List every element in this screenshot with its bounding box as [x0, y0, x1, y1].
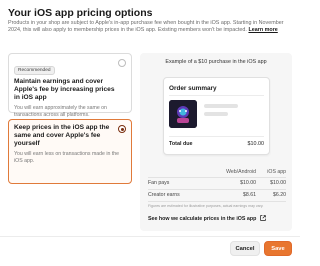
table-row: Creator earns $8.61 $6.20: [148, 190, 286, 202]
description-text: Products in your shop are subject to App…: [8, 20, 284, 34]
row-label: Fan pays: [148, 180, 170, 186]
order-summary-card: Order summary Total due $10.00: [163, 77, 270, 155]
row-label: Creator earns: [148, 192, 180, 198]
cancel-button[interactable]: Cancel: [230, 241, 260, 256]
price-comparison-table: Web/Android iOS app Fan pays $10.00 $10.…: [148, 167, 286, 208]
table-row: Fan pays $10.00 $10.00: [148, 178, 286, 190]
radio-keep-prices[interactable]: [118, 125, 126, 133]
row-web-value: $10.00: [240, 180, 256, 186]
total-value: $10.00: [247, 141, 265, 147]
row-web-value: $8.61: [243, 192, 256, 198]
example-heading: Example of a $10 purchase in the iOS app: [165, 59, 267, 65]
divider: [169, 95, 264, 96]
option-increase-prices[interactable]: Recommended Maintain earnings and cover …: [8, 53, 132, 118]
placeholder-line: [204, 112, 228, 116]
external-link-icon: [260, 215, 266, 223]
recommended-badge: Recommended: [14, 66, 55, 75]
order-summary-title: Order summary: [169, 85, 217, 92]
example-panel: Example of a $10 purchase in the iOS app…: [140, 53, 292, 231]
learn-more-link[interactable]: Learn more: [248, 27, 277, 33]
table-header-cell: iOS app: [267, 169, 286, 175]
row-ios-value: $10.00: [270, 180, 286, 186]
dialog-title: Your iOS app pricing options: [8, 7, 153, 19]
row-ios-value: $6.20: [273, 192, 286, 198]
calculation-link[interactable]: See how we calculate prices in the iOS a…: [148, 215, 266, 223]
pricing-options: Recommended Maintain earnings and cover …: [8, 53, 132, 184]
product-thumbnail: [169, 100, 197, 128]
option-title: Keep prices in the iOS app the same and …: [14, 124, 110, 147]
total-label: Total due: [169, 141, 193, 147]
save-button[interactable]: Save: [264, 241, 292, 256]
option-keep-prices[interactable]: Keep prices in the iOS app the same and …: [8, 119, 132, 184]
placeholder-line: [204, 104, 238, 108]
calculation-link-label: See how we calculate prices in the iOS a…: [148, 216, 257, 222]
table-header: Web/Android iOS app: [148, 167, 286, 178]
option-title: Maintain earnings and cover Apple's fee …: [14, 78, 115, 101]
option-subtitle: You will earn approximately the same on …: [14, 105, 107, 118]
dialog-description: Products in your shop are subject to App…: [8, 20, 292, 35]
divider: [169, 136, 264, 137]
table-footnote: Figures are estimated for illustrative p…: [148, 204, 264, 208]
table-header-cell: Web/Android: [226, 169, 256, 175]
option-subtitle: You will earn less on transactions made …: [14, 151, 120, 164]
radio-increase-prices[interactable]: [118, 59, 126, 67]
footer-divider: [0, 236, 300, 237]
